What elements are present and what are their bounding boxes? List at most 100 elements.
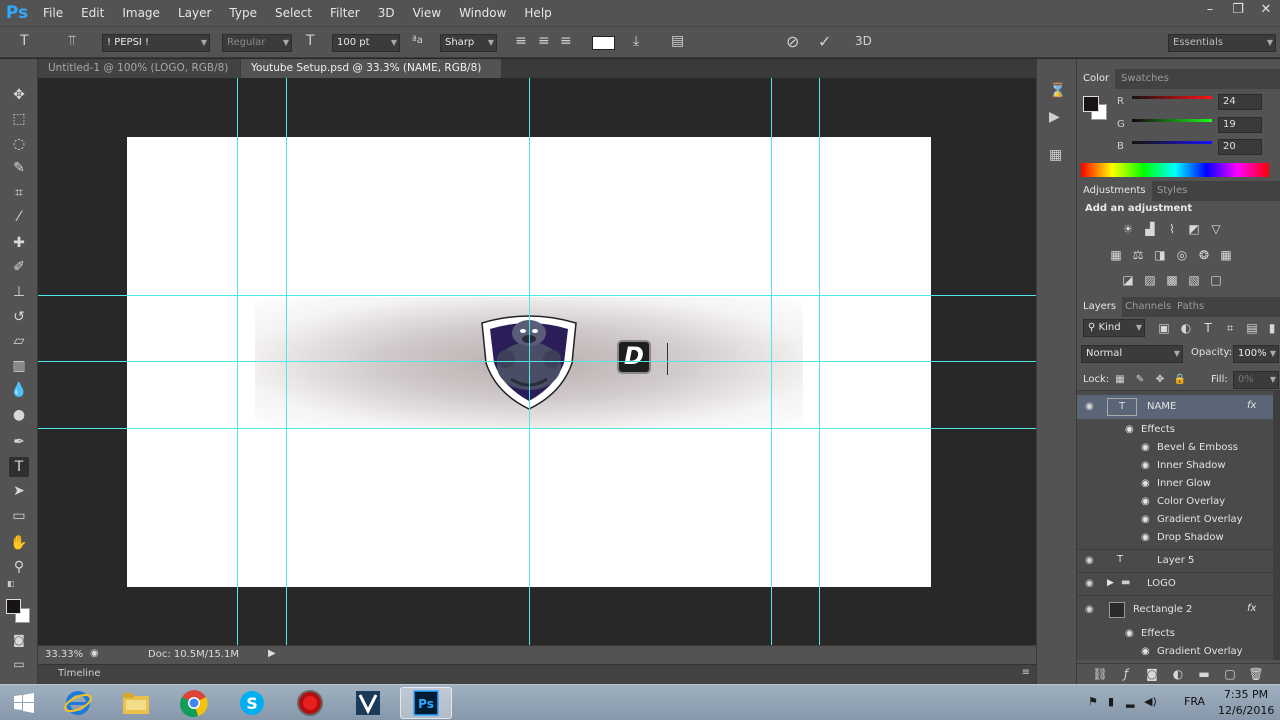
status-menu-arrow-icon[interactable]: ▶ — [268, 648, 276, 659]
vibrance-icon[interactable]: ▽ — [1207, 222, 1225, 236]
photo-filter-icon[interactable]: ◎ — [1173, 248, 1191, 262]
brush-tool-icon[interactable]: ✐ — [9, 257, 29, 277]
character-panel-icon[interactable]: ▤ — [671, 33, 684, 49]
blur-tool-icon[interactable]: 💧 — [9, 380, 29, 400]
history-panel-icon[interactable]: ⌛ — [1049, 83, 1066, 99]
visibility-eye-icon[interactable]: ◉ — [1085, 604, 1094, 615]
tab-layers[interactable]: Layers — [1077, 297, 1123, 317]
clock-time[interactable]: 7:35 PM — [1222, 688, 1270, 701]
dodge-tool-icon[interactable]: ● — [9, 405, 29, 425]
status-info-icon[interactable]: ◉ — [90, 648, 99, 659]
file-explorer-icon[interactable] — [110, 687, 162, 719]
clone-stamp-tool-icon[interactable]: ⊥ — [9, 282, 29, 302]
r-slider[interactable] — [1132, 96, 1212, 99]
add-style-icon[interactable]: ƒ — [1117, 667, 1135, 681]
align-center-icon[interactable]: ≡ — [538, 33, 550, 49]
gradient-map-icon[interactable]: ▧ — [1185, 273, 1203, 287]
lock-transparent-icon[interactable]: ▦ — [1111, 373, 1129, 387]
invert-icon[interactable]: ◪ — [1119, 273, 1137, 287]
language-indicator[interactable]: FRA — [1184, 695, 1205, 708]
tray-flag-icon[interactable]: ⚑ — [1088, 695, 1098, 708]
tab-adjustments[interactable]: Adjustments — [1077, 181, 1152, 201]
crop-tool-icon[interactable]: ⌗ — [9, 183, 29, 203]
foreground-color-swatch[interactable] — [1083, 96, 1099, 112]
link-layers-icon[interactable]: ⛓ — [1091, 667, 1109, 681]
effects-row[interactable]: ◉ Effects — [1077, 421, 1273, 439]
tab-paths[interactable]: Paths — [1171, 297, 1210, 317]
effect-row[interactable]: ◉ Inner Glow — [1077, 475, 1273, 493]
zoom-level[interactable]: 33.33% — [45, 649, 83, 660]
brightness-contrast-icon[interactable]: ☀ — [1119, 222, 1137, 236]
trash-icon[interactable]: 🗑 — [1247, 667, 1265, 681]
path-select-tool-icon[interactable]: ➤ — [9, 481, 29, 501]
threshold-icon[interactable]: ▩ — [1163, 273, 1181, 287]
healing-brush-tool-icon[interactable]: ✚ — [9, 233, 29, 253]
r-value-field[interactable]: 24 — [1218, 94, 1262, 110]
align-right-icon[interactable]: ≡ — [560, 33, 572, 49]
menu-select[interactable]: Select — [266, 0, 321, 26]
lasso-tool-icon[interactable]: ◌ — [9, 134, 29, 154]
effects-row[interactable]: ◉ Effects — [1077, 625, 1273, 643]
align-left-icon[interactable]: ≡ — [515, 33, 527, 49]
menu-type[interactable]: Type — [220, 0, 266, 26]
add-mask-icon[interactable]: ◙ — [1143, 667, 1161, 681]
toggle-orientation-icon[interactable]: ⫪ — [68, 33, 76, 49]
tray-volume-icon[interactable]: ◀) — [1144, 695, 1157, 708]
menu-edit[interactable]: Edit — [72, 0, 113, 26]
eyedropper-tool-icon[interactable]: ⁄ — [9, 207, 29, 227]
rectangle-tool-icon[interactable]: ▭ — [9, 506, 29, 526]
color-balance-icon[interactable]: ⚖ — [1129, 248, 1147, 262]
restore-button[interactable]: ❐ — [1224, 0, 1252, 22]
tab-swatches[interactable]: Swatches — [1115, 69, 1175, 89]
close-button[interactable]: ✕ — [1252, 0, 1280, 22]
antialias-select[interactable]: Sharp ▼ — [440, 34, 497, 52]
screen-mode-icon[interactable]: ▭ — [9, 654, 29, 674]
layer-row-layer-5[interactable]: ◉ T Layer 5 — [1077, 549, 1273, 571]
tray-battery-icon[interactable]: ▮ — [1108, 695, 1114, 708]
filter-pixel-icon[interactable]: ▣ — [1155, 321, 1173, 335]
effect-eye-icon[interactable]: ◉ — [1141, 496, 1150, 507]
effect-eye-icon[interactable]: ◉ — [1141, 646, 1150, 657]
tab-youtube-setup[interactable]: Youtube Setup.psd @ 33.3% (NAME, RGB/8) … — [241, 59, 501, 93]
eraser-tool-icon[interactable]: ▱ — [9, 331, 29, 351]
hand-tool-icon[interactable]: ✋ — [9, 533, 29, 553]
record-app-icon[interactable] — [284, 687, 336, 719]
visibility-eye-icon[interactable]: ◉ — [1085, 401, 1094, 412]
foreground-color-swatch[interactable] — [6, 599, 21, 614]
filter-adjustment-icon[interactable]: ◐ — [1177, 321, 1195, 335]
font-style-select[interactable]: Regular ▼ — [222, 34, 292, 52]
g-slider[interactable] — [1132, 119, 1212, 122]
menu-filter[interactable]: Filter — [321, 0, 369, 26]
filter-toggle-icon[interactable]: ▮ — [1263, 321, 1280, 335]
effect-row[interactable]: ◉ Bevel & Emboss — [1077, 439, 1273, 457]
font-family-select[interactable]: ! PEPSI ! ▼ — [102, 34, 210, 52]
type-tool-icon[interactable]: T — [9, 457, 29, 477]
name-text-layer[interactable]: D — [617, 340, 651, 374]
effect-row[interactable]: ◉ Drop Shadow — [1077, 529, 1273, 547]
commit-edit-icon[interactable]: ✓ — [818, 32, 831, 51]
layer-row-name[interactable]: ◉ T NAME fx — [1077, 395, 1273, 419]
lock-all-icon[interactable]: 🔒 — [1171, 373, 1189, 387]
opacity-field[interactable]: 100% ▼ — [1233, 345, 1279, 363]
3d-extrusion-button[interactable]: 3D — [855, 34, 872, 48]
color-spectrum-ramp[interactable] — [1081, 163, 1269, 177]
visibility-eye-icon[interactable]: ◉ — [1085, 555, 1094, 566]
b-value-field[interactable]: 20 — [1218, 139, 1262, 155]
guide-horizontal[interactable] — [38, 428, 1036, 429]
filter-type-icon[interactable]: T — [1199, 321, 1217, 335]
tray-network-icon[interactable]: ▂ — [1126, 695, 1134, 708]
panel-menu-icon[interactable]: ≡ — [1022, 667, 1030, 678]
effect-row[interactable]: ◉ Gradient Overlay — [1077, 511, 1273, 529]
hue-saturation-icon[interactable]: ▦ — [1107, 248, 1125, 262]
visibility-eye-icon[interactable]: ◉ — [1085, 578, 1094, 589]
menu-view[interactable]: View — [404, 0, 450, 26]
video-editor-icon[interactable] — [342, 687, 394, 719]
tab-styles[interactable]: Styles — [1151, 181, 1193, 201]
pen-tool-icon[interactable]: ✒ — [9, 432, 29, 452]
quick-mask-icon[interactable]: ◙ — [9, 630, 29, 650]
group-expand-arrow-icon[interactable]: ▶ — [1107, 578, 1114, 588]
layer-kind-filter[interactable]: ⚲ Kind ▼ — [1083, 319, 1145, 337]
curves-icon[interactable]: ⌇ — [1163, 222, 1181, 236]
minimize-button[interactable]: – — [1196, 0, 1224, 22]
filter-smart-object-icon[interactable]: ▤ — [1243, 321, 1261, 335]
